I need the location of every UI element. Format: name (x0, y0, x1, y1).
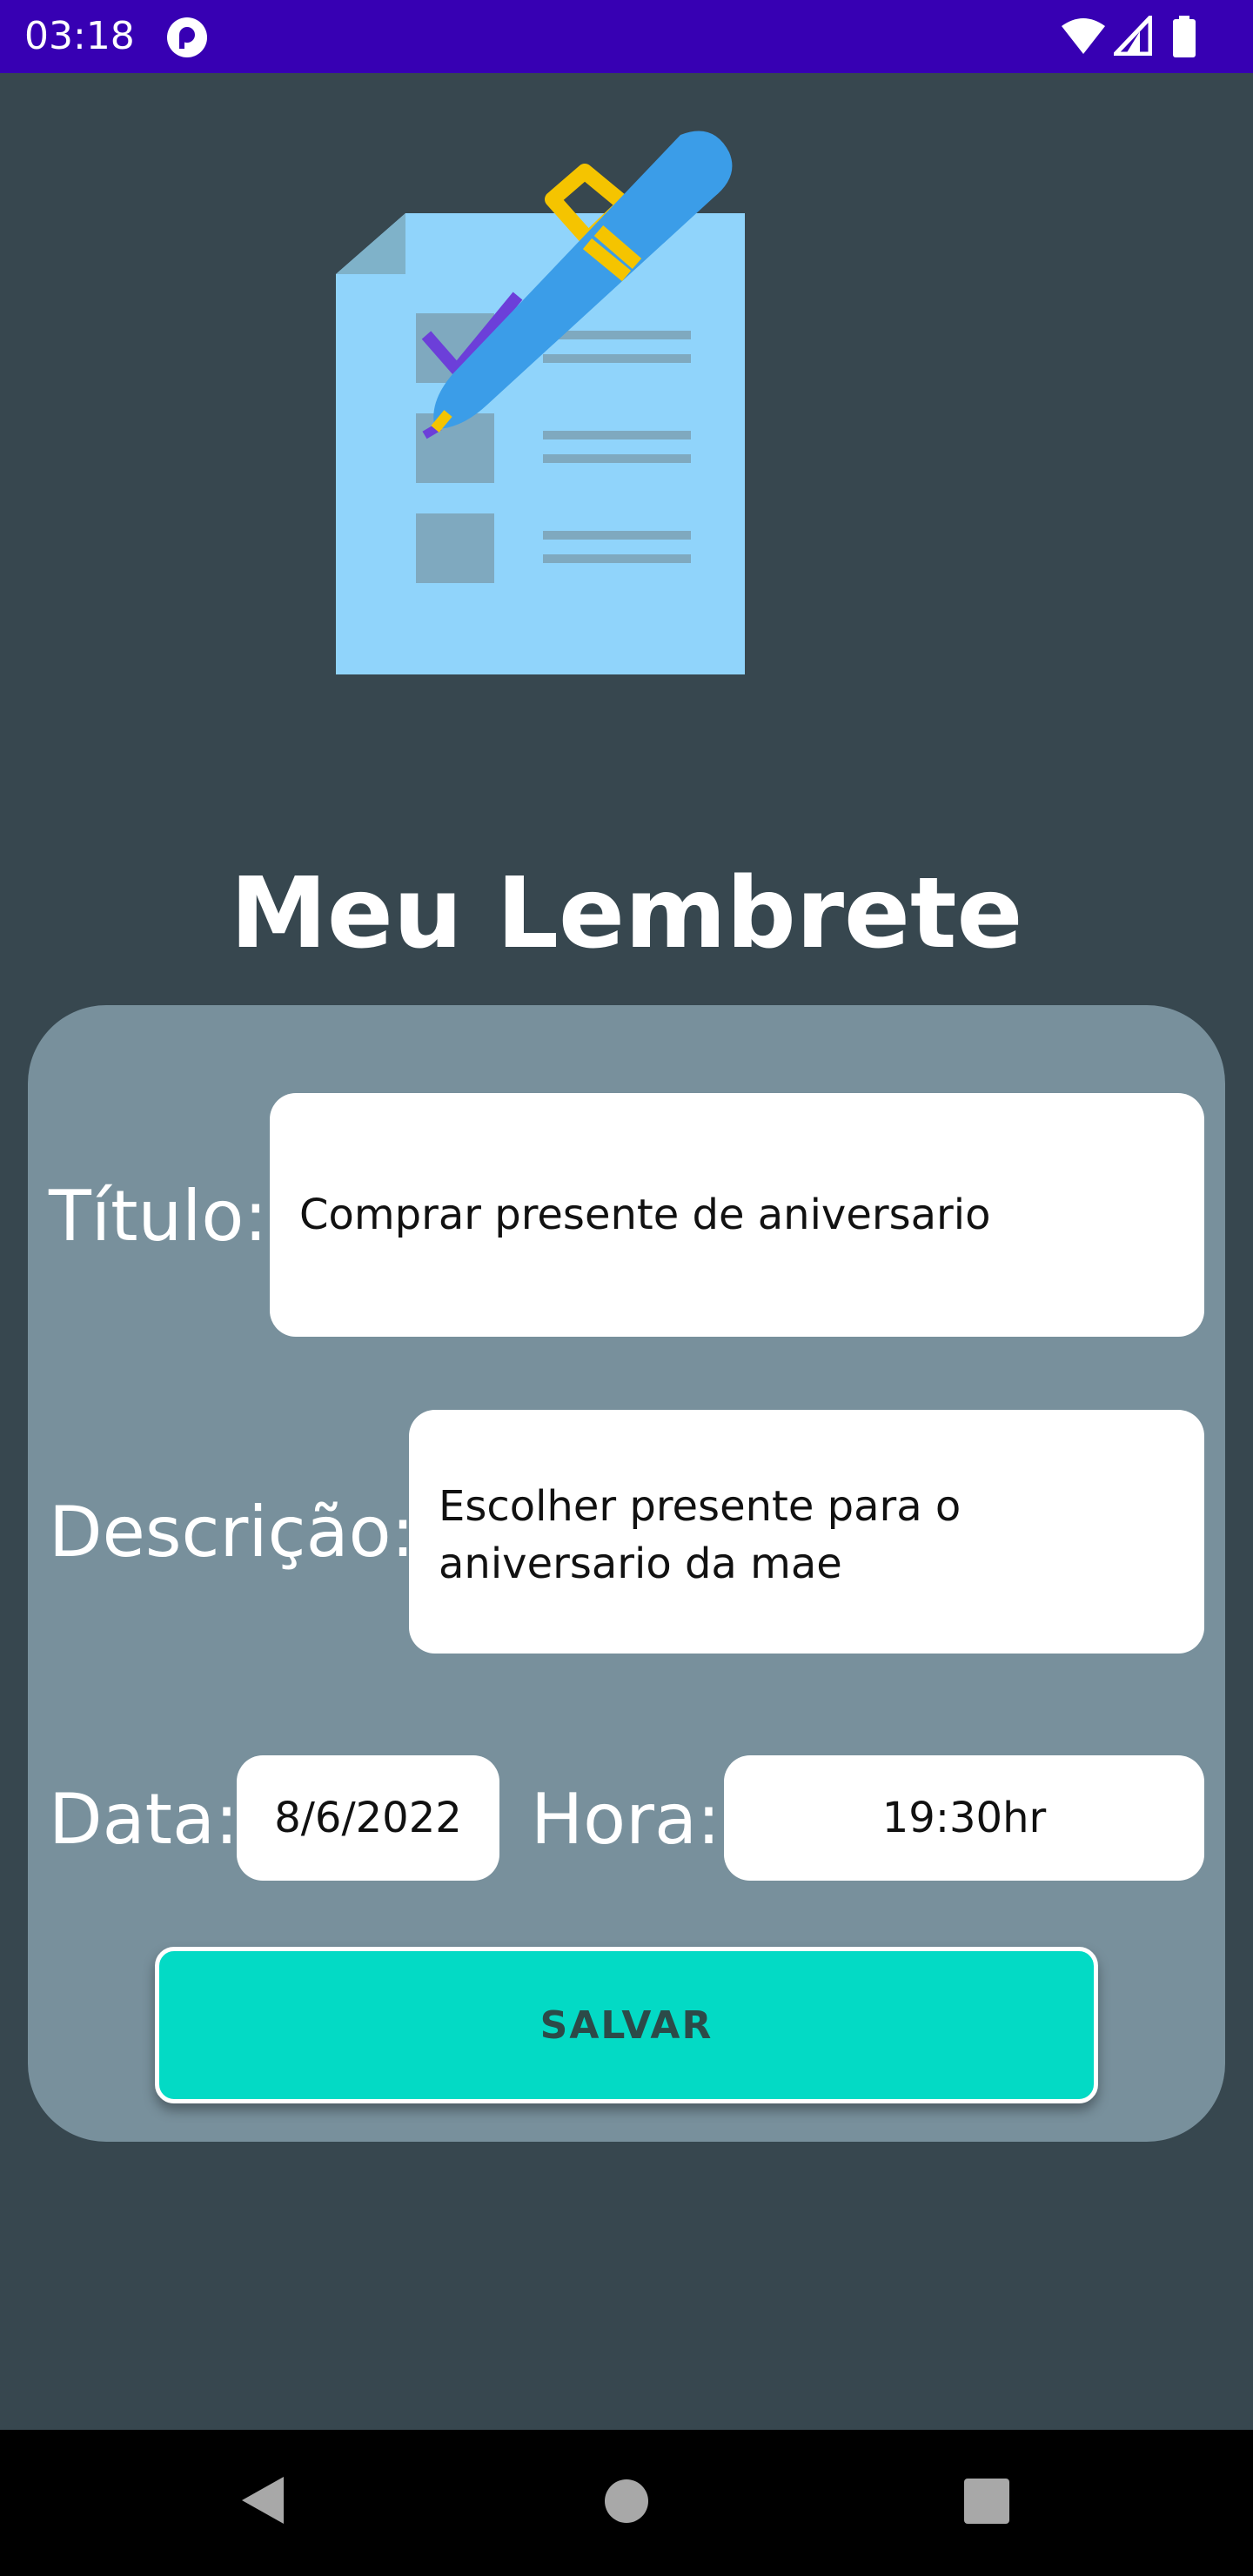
titulo-input-value: Comprar presente de aniversario (299, 1191, 991, 1239)
date-input-value: 8/6/2022 (274, 1794, 462, 1842)
wifi-icon (1062, 18, 1105, 54)
descricao-input-value-line1: Escolher presente para o (439, 1482, 962, 1531)
descricao-label: Descrição: (49, 1492, 415, 1573)
time-input-value: 19:30hr (881, 1794, 1047, 1842)
titulo-input[interactable]: Comprar presente de aniversario (270, 1093, 1204, 1337)
save-button[interactable]: SALVAR (155, 1947, 1098, 2103)
time-input[interactable]: 19:30hr (724, 1755, 1204, 1881)
hora-label: Hora: (531, 1779, 720, 1860)
titulo-label: Título: (49, 1176, 268, 1257)
home-icon[interactable] (604, 2479, 649, 2524)
recents-icon[interactable] (964, 2479, 1009, 2524)
date-input[interactable]: 8/6/2022 (237, 1755, 499, 1881)
save-button-label: SALVAR (539, 2002, 714, 2048)
page-title: Meu Lembrete (230, 857, 1023, 970)
back-icon[interactable] (237, 2473, 285, 2527)
status-icons (1060, 16, 1234, 59)
app-notification-icon (167, 17, 207, 57)
status-time: 03:18 (24, 14, 135, 58)
checklist-with-pen-illustration (336, 131, 745, 674)
descricao-input-value-line2: aniversario da mae (439, 1540, 842, 1588)
navigation-bar (0, 2430, 1253, 2576)
descricao-input[interactable]: Escolher presente para o aniversario da … (409, 1410, 1204, 1654)
status-bar: 03:18 (0, 0, 1253, 73)
cellular-signal-icon (1114, 16, 1152, 56)
battery-icon (1173, 16, 1196, 57)
data-label: Data: (49, 1779, 238, 1860)
